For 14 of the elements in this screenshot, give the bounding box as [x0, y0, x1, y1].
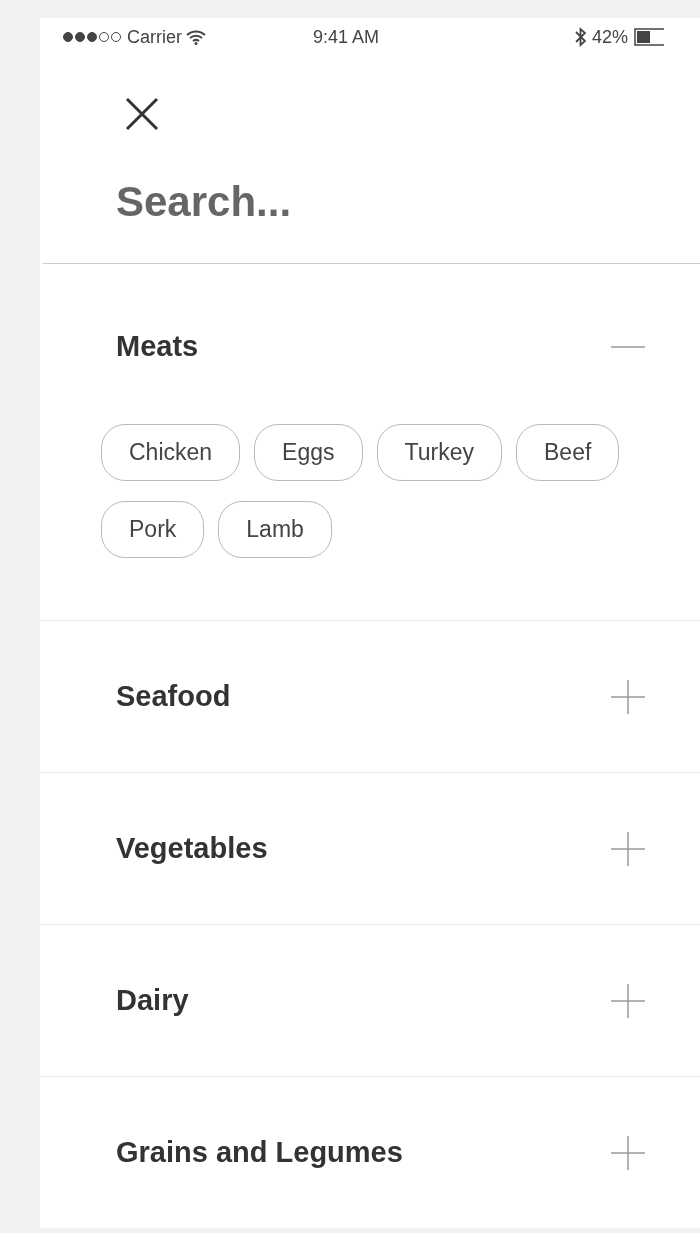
- filter-chip[interactable]: Lamb: [218, 501, 332, 558]
- category-header[interactable]: Grains and Legumes: [40, 1077, 700, 1228]
- category-header[interactable]: Dairy: [40, 925, 700, 1076]
- battery-percent: 42%: [592, 25, 629, 49]
- clock-time: 9:41 AM: [312, 25, 381, 49]
- filter-chip[interactable]: Chicken: [101, 424, 241, 481]
- filter-chip[interactable]: Eggs: [254, 424, 363, 481]
- filter-chip[interactable]: Pork: [101, 501, 205, 558]
- search-field[interactable]: Search...: [116, 170, 616, 233]
- carrier-name: Carrier: [127, 25, 182, 49]
- category-header[interactable]: Vegetables: [40, 773, 700, 924]
- category-header[interactable]: Seafood: [40, 621, 700, 772]
- filter-chip[interactable]: Turkey: [376, 424, 502, 481]
- filter-chip[interactable]: Beef: [516, 424, 620, 481]
